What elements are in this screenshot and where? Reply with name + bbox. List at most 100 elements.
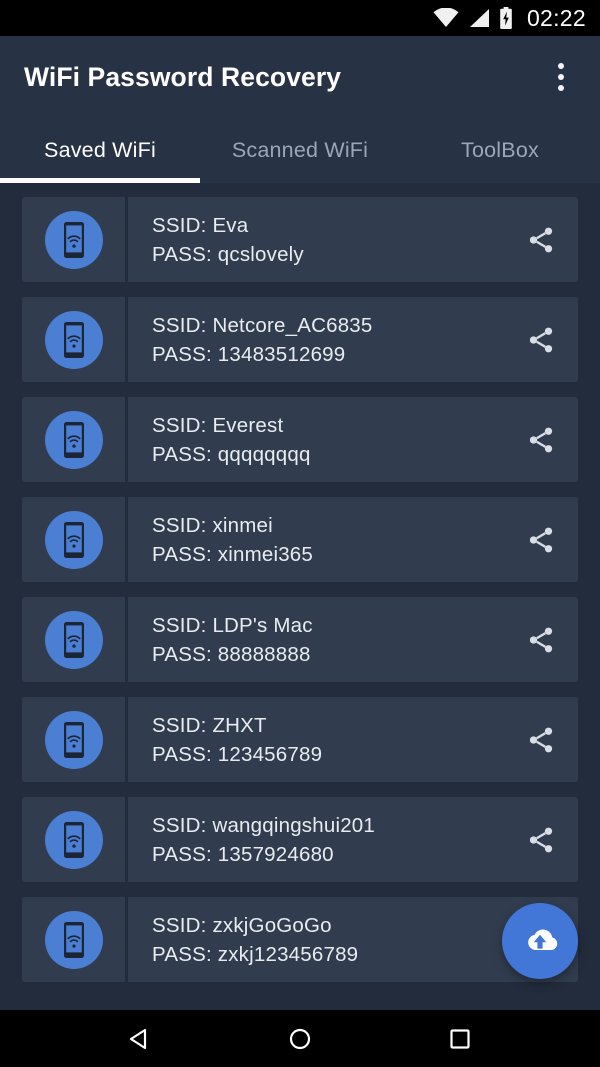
list-item[interactable]: SSID: LDP's Mac PASS: 88888888 xyxy=(22,597,578,682)
share-button[interactable] xyxy=(504,397,578,482)
list-item-icon-cell xyxy=(22,497,128,582)
app-bar: WiFi Password Recovery xyxy=(0,36,600,118)
share-icon xyxy=(529,527,553,552)
tab-bar: Saved WiFi Scanned WiFi ToolBox xyxy=(0,118,600,183)
list-item-text: SSID: xinmei PASS: xinmei365 xyxy=(128,511,504,569)
phone-wifi-icon xyxy=(63,621,84,658)
pass-line: PASS: qcslovely xyxy=(152,242,304,266)
list-item-text: SSID: LDP's Mac PASS: 88888888 xyxy=(128,611,504,669)
wifi-icon xyxy=(433,8,459,27)
back-button[interactable] xyxy=(110,1010,170,1067)
list-item-icon-cell xyxy=(22,197,128,282)
share-button[interactable] xyxy=(504,797,578,882)
recents-icon xyxy=(450,1028,470,1049)
ssid-line: SSID: Eva xyxy=(152,213,249,237)
app-screen: 02:22 WiFi Password Recovery Saved WiFi … xyxy=(0,0,600,1067)
list-item-text: SSID: wangqingshui201 PASS: 1357924680 xyxy=(128,811,504,869)
battery-charging-icon xyxy=(500,7,512,29)
home-button[interactable] xyxy=(270,1010,330,1067)
overflow-dot xyxy=(558,63,564,69)
cloud-upload-fab[interactable] xyxy=(502,903,578,979)
list-item-icon-cell xyxy=(22,797,128,882)
ssid-line: SSID: LDP's Mac xyxy=(152,613,313,637)
phone-wifi-icon xyxy=(63,821,84,858)
pass-line: PASS: qqqqqqqq xyxy=(152,442,311,466)
phone-wifi-icon xyxy=(63,321,84,358)
list-item[interactable]: SSID: Everest PASS: qqqqqqqq xyxy=(22,397,578,482)
page-title: WiFi Password Recovery xyxy=(24,61,342,92)
recents-button[interactable] xyxy=(430,1010,490,1067)
tab-toolbox[interactable]: ToolBox xyxy=(400,118,600,183)
status-bar: 02:22 xyxy=(0,0,600,36)
share-button[interactable] xyxy=(504,297,578,382)
android-nav-bar xyxy=(0,1010,600,1067)
avatar xyxy=(44,210,103,269)
share-button[interactable] xyxy=(504,197,578,282)
list-item[interactable]: SSID: wangqingshui201 PASS: 1357924680 xyxy=(22,797,578,882)
tab-scanned-wifi[interactable]: Scanned WiFi xyxy=(200,118,400,183)
share-button[interactable] xyxy=(504,497,578,582)
phone-wifi-icon xyxy=(63,221,84,258)
avatar xyxy=(44,910,103,969)
status-icon-group: 02:22 xyxy=(433,5,586,32)
tab-label: Saved WiFi xyxy=(44,138,156,162)
ssid-line: SSID: ZHXT xyxy=(152,713,267,737)
tab-label: Scanned WiFi xyxy=(231,138,369,162)
share-icon xyxy=(529,627,553,652)
back-icon xyxy=(129,1028,147,1049)
list-item-text: SSID: Eva PASS: qcslovely xyxy=(128,211,504,269)
list-item-icon-cell xyxy=(22,597,128,682)
pass-line: PASS: xinmei365 xyxy=(152,542,314,566)
pass-line: PASS: 123456789 xyxy=(152,742,323,766)
cloud-upload-icon xyxy=(528,929,558,950)
avatar xyxy=(44,410,103,469)
avatar xyxy=(44,510,103,569)
overflow-dot xyxy=(558,85,564,91)
phone-wifi-icon xyxy=(63,521,84,558)
ssid-line: SSID: xinmei xyxy=(152,513,273,537)
tab-saved-wifi[interactable]: Saved WiFi xyxy=(0,118,200,183)
share-button[interactable] xyxy=(504,697,578,782)
list-item[interactable]: SSID: zxkjGoGoGo PASS: zxkj123456789 xyxy=(22,897,578,982)
list-item[interactable]: SSID: xinmei PASS: xinmei365 xyxy=(22,497,578,582)
pass-line: PASS: 13483512699 xyxy=(152,342,346,366)
list-item-text: SSID: ZHXT PASS: 123456789 xyxy=(128,711,504,769)
list-item-text: SSID: zxkjGoGoGo PASS: zxkj123456789 xyxy=(128,911,504,969)
overflow-menu-icon[interactable] xyxy=(544,54,578,100)
signal-icon xyxy=(469,9,489,27)
ssid-line: SSID: wangqingshui201 xyxy=(152,813,376,837)
avatar xyxy=(44,610,103,669)
saved-wifi-list[interactable]: SSID: Eva PASS: qcslovely SSID: Netcore_… xyxy=(0,183,600,1010)
share-icon xyxy=(529,727,553,752)
phone-wifi-icon xyxy=(63,421,84,458)
pass-line: PASS: zxkj123456789 xyxy=(152,942,359,966)
tab-label: ToolBox xyxy=(461,138,539,162)
list-item[interactable]: SSID: Eva PASS: qcslovely xyxy=(22,197,578,282)
ssid-line: SSID: Everest xyxy=(152,413,284,437)
phone-wifi-icon xyxy=(63,921,84,958)
avatar xyxy=(44,810,103,869)
list-item-text: SSID: Everest PASS: qqqqqqqq xyxy=(128,411,504,469)
list-item-icon-cell xyxy=(22,897,128,982)
share-icon xyxy=(529,427,553,452)
share-icon xyxy=(529,327,553,352)
list-item[interactable]: SSID: ZHXT PASS: 123456789 xyxy=(22,697,578,782)
phone-wifi-icon xyxy=(63,721,84,758)
pass-line: PASS: 88888888 xyxy=(152,642,311,666)
list-item[interactable]: SSID: Netcore_AC6835 PASS: 13483512699 xyxy=(22,297,578,382)
status-clock: 02:22 xyxy=(526,4,586,31)
share-icon xyxy=(529,227,553,252)
ssid-line: SSID: zxkjGoGoGo xyxy=(152,913,332,937)
overflow-dot xyxy=(558,74,564,80)
list-item-icon-cell xyxy=(22,297,128,382)
share-button[interactable] xyxy=(504,597,578,682)
home-icon xyxy=(289,1028,311,1049)
list-item-icon-cell xyxy=(22,397,128,482)
avatar xyxy=(44,310,103,369)
share-icon xyxy=(529,827,553,852)
list-item-icon-cell xyxy=(22,697,128,782)
avatar xyxy=(44,710,103,769)
pass-line: PASS: 1357924680 xyxy=(152,842,334,866)
ssid-line: SSID: Netcore_AC6835 xyxy=(152,313,373,337)
list-item-text: SSID: Netcore_AC6835 PASS: 13483512699 xyxy=(128,311,504,369)
